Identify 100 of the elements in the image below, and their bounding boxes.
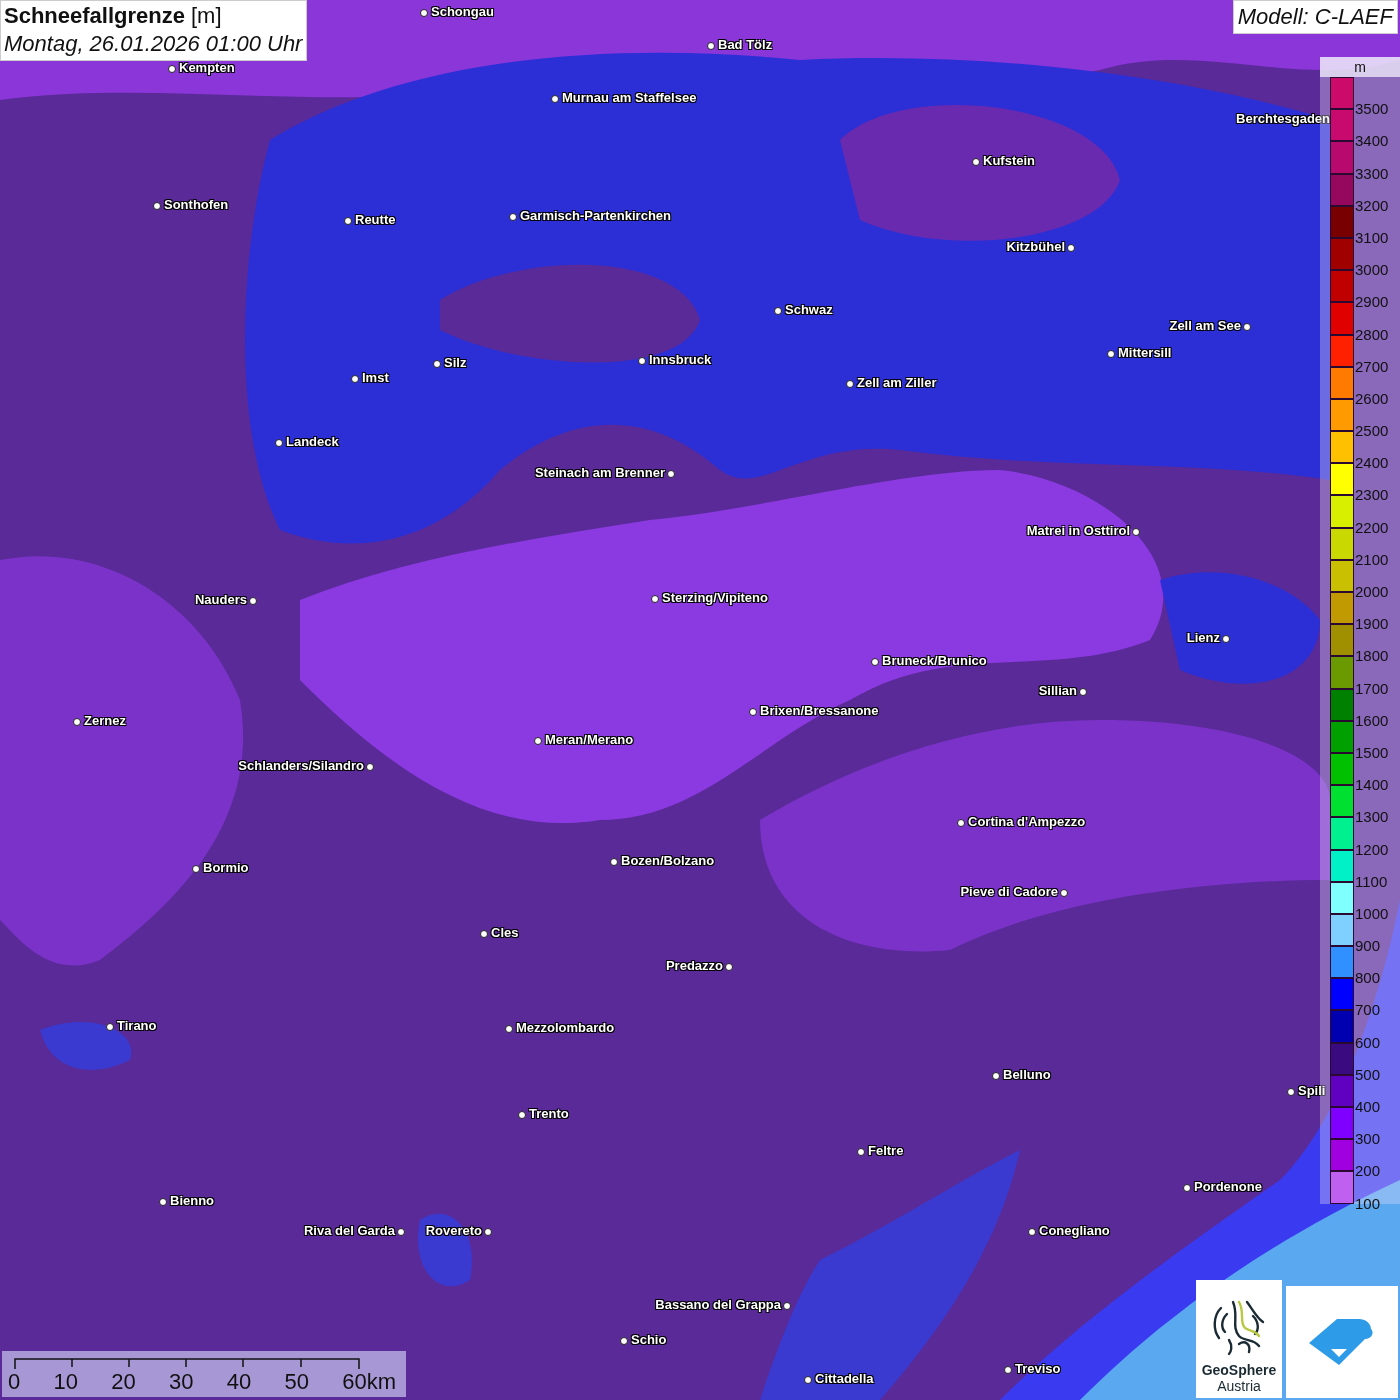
city-marker — [551, 95, 559, 103]
city-label: Lienz — [1186, 630, 1220, 646]
city-label: Treviso — [1015, 1361, 1061, 1377]
city-label: Landeck — [286, 434, 339, 450]
city-marker — [73, 718, 81, 726]
city-marker — [667, 470, 675, 478]
legend-value: 1600 — [1355, 711, 1389, 729]
city-marker — [804, 1376, 812, 1384]
city-label: Sterzing/Vipiteno — [662, 590, 768, 606]
legend-value: 2200 — [1355, 518, 1389, 536]
city-label: Zell am Ziller — [857, 375, 937, 391]
city-label: Sillian — [1038, 683, 1077, 699]
legend-value: 2400 — [1355, 454, 1389, 472]
city-marker — [480, 930, 488, 938]
city-label: Predazzo — [665, 958, 723, 974]
city-label: Feltre — [868, 1143, 904, 1159]
city-label: Reutte — [355, 212, 396, 228]
city-label: Kitzbühel — [1006, 239, 1065, 255]
city-marker — [638, 357, 646, 365]
model-label: Modell: C-LAEF — [1232, 0, 1398, 34]
unit-label: [m] — [190, 3, 222, 29]
forecast-datetime: Montag, 26.01.2026 01:00 Uhr — [4, 31, 303, 57]
roof-cloud-icon — [1309, 1319, 1375, 1365]
city-marker — [707, 42, 715, 50]
city-marker — [484, 1228, 492, 1236]
city-label: Bassano del Grappa — [655, 1297, 781, 1313]
city-label: Bad Tölz — [718, 37, 773, 53]
city-label: Garmisch-Partenkirchen — [520, 208, 671, 224]
city-label: Sonthofen — [164, 197, 229, 213]
city-marker — [846, 380, 854, 388]
city-marker — [749, 708, 757, 716]
city-marker — [509, 213, 517, 221]
city-marker — [1222, 635, 1230, 643]
city-marker — [1287, 1088, 1295, 1096]
legend-value: 2100 — [1355, 550, 1389, 568]
city-marker — [1132, 528, 1140, 536]
city-label: Bruneck/Brunico — [882, 653, 987, 669]
legend-value: 3500 — [1355, 100, 1389, 118]
legend-value: 3100 — [1355, 228, 1389, 246]
scale-label: 10 — [53, 1369, 78, 1395]
city-marker — [957, 819, 965, 827]
city-marker — [1060, 889, 1068, 897]
city-marker — [249, 597, 257, 605]
city-label: Kufstein — [983, 153, 1035, 169]
scale-label: 50 — [284, 1369, 309, 1395]
city-label: Mezzolombardo — [516, 1020, 615, 1036]
legend-value: 1900 — [1355, 615, 1389, 633]
legend-value: 2700 — [1355, 357, 1389, 375]
city-marker — [518, 1111, 526, 1119]
city-label: Murnau am Staffelsee — [562, 90, 697, 106]
city-marker — [420, 9, 428, 17]
legend-value: 1200 — [1355, 840, 1389, 858]
legend-value: 1500 — [1355, 743, 1389, 761]
city-label: Meran/Merano — [545, 732, 634, 748]
city-label: Imst — [362, 370, 389, 386]
city-marker — [972, 158, 980, 166]
city-marker — [725, 963, 733, 971]
scale-label: 60km — [342, 1369, 396, 1395]
city-marker — [168, 65, 176, 73]
city-label: Nauders — [194, 592, 247, 608]
city-marker — [1004, 1366, 1012, 1374]
city-label: Schlanders/Silandro — [238, 758, 364, 774]
city-label: Trento — [529, 1106, 569, 1122]
scale-label: 0 — [8, 1369, 21, 1395]
city-label: Innsbruck — [649, 352, 712, 368]
city-marker — [1107, 350, 1115, 358]
legend-value: 1300 — [1355, 808, 1389, 826]
city-label: Rovereto — [425, 1223, 482, 1239]
city-marker — [857, 1148, 865, 1156]
geosphere-logo[interactable]: GeoSphere Austria — [1196, 1280, 1282, 1398]
city-marker — [1243, 323, 1251, 331]
scale-label: 40 — [226, 1369, 252, 1395]
scale-label: 30 — [168, 1369, 194, 1395]
legend-value: 600 — [1355, 1033, 1381, 1051]
legend-value: 900 — [1355, 937, 1381, 955]
legend-value: 700 — [1355, 1001, 1381, 1019]
city-label: Schongau — [431, 4, 494, 20]
city-marker — [397, 1228, 405, 1236]
city-marker — [275, 439, 283, 447]
city-marker — [651, 595, 659, 603]
city-label: Pieve di Cadore — [960, 884, 1058, 900]
app-logo[interactable] — [1286, 1286, 1398, 1398]
legend-value: 1700 — [1355, 679, 1389, 697]
city-marker — [366, 763, 374, 771]
city-label: Conegliano — [1039, 1223, 1110, 1239]
city-marker — [992, 1072, 1000, 1080]
city-marker — [192, 865, 200, 873]
legend-value: 300 — [1355, 1130, 1381, 1148]
city-label: Zernez — [84, 713, 126, 729]
city-marker — [344, 217, 352, 225]
city-label: Matrei in Osttirol — [1026, 523, 1130, 539]
legend-value: 2300 — [1355, 486, 1389, 504]
city-label: Riva del Garda — [303, 1223, 395, 1239]
city-marker — [351, 375, 359, 383]
city-marker — [610, 858, 618, 866]
legend-unit: m — [1320, 57, 1400, 77]
city-label: Steinach am Brenner — [534, 465, 665, 481]
legend-value: 500 — [1355, 1065, 1381, 1083]
city-label: Bozen/Bolzano — [621, 853, 715, 869]
legend-value: 2900 — [1355, 293, 1389, 311]
